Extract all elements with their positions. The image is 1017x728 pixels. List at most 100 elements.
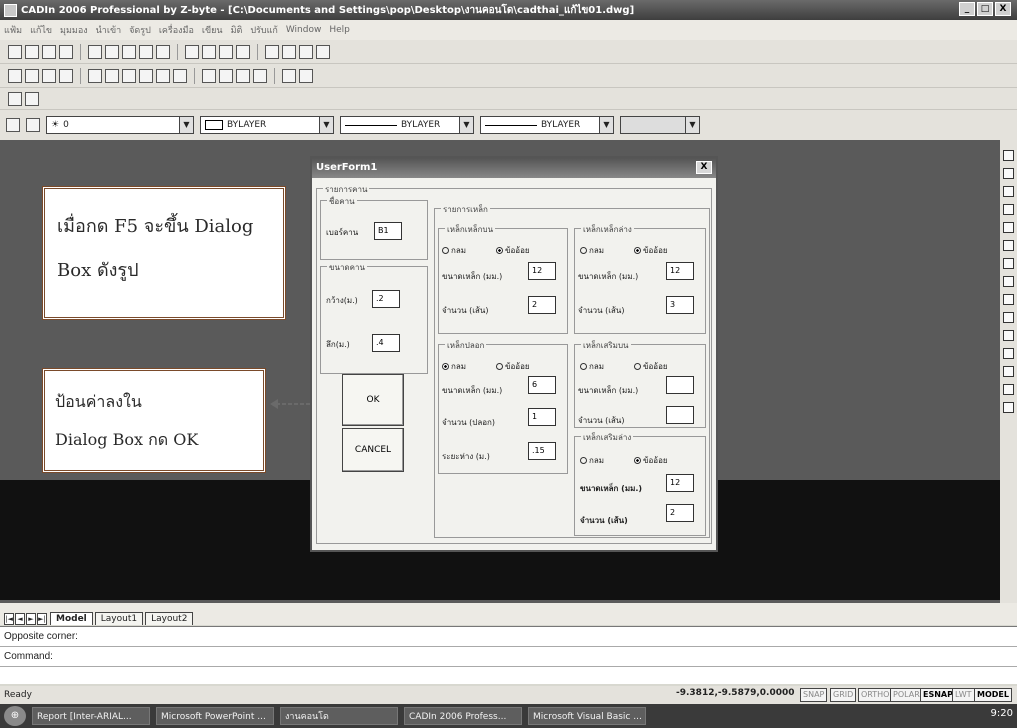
grid-toggle[interactable]: GRID <box>830 688 857 702</box>
undo-icon[interactable] <box>139 44 153 59</box>
move-tool-icon[interactable] <box>1003 240 1014 251</box>
extra-top-size-field[interactable] <box>666 376 694 394</box>
task-visual-basic[interactable]: Microsoft Visual Basic ... <box>528 707 646 725</box>
linetype-select[interactable]: BYLAYER ▼ <box>340 116 474 134</box>
tab-nav-last-button[interactable]: ►| <box>37 613 47 625</box>
bottom-steel-round-option[interactable]: กลม <box>580 244 604 257</box>
stirrup-deformed-option[interactable]: ข้ออ้อย <box>496 360 530 373</box>
layer-state-icon[interactable] <box>25 91 39 106</box>
stirrup-count-field[interactable]: 1 <box>528 408 556 426</box>
task-powerpoint[interactable]: Microsoft PowerPoint ... <box>156 707 274 725</box>
menu-modify[interactable]: ปรับแก้ <box>250 23 278 37</box>
stirrup-spacing-field[interactable]: .15 <box>528 442 556 460</box>
dimension-aligned-icon[interactable] <box>219 68 233 83</box>
circle-icon[interactable] <box>42 68 56 83</box>
rotate-icon[interactable] <box>1003 258 1014 269</box>
minimize-button[interactable]: _ <box>959 2 975 16</box>
bottom-steel-deformed-option[interactable]: ข้ออ้อย <box>634 244 668 257</box>
polar-toggle[interactable]: POLAR <box>890 688 923 702</box>
extend-tool-icon[interactable] <box>1003 330 1014 341</box>
tab-nav-first-button[interactable]: |◄ <box>4 613 14 625</box>
hatch-icon[interactable] <box>253 68 267 83</box>
offset-tool-icon[interactable] <box>1003 204 1014 215</box>
layer-icon[interactable] <box>282 68 296 83</box>
start-button[interactable]: ⊕ <box>4 706 26 726</box>
dialog-title-bar[interactable]: UserForm1 X <box>312 158 716 178</box>
menu-edit[interactable]: แก้ไข <box>30 23 52 37</box>
extra-bottom-deformed-option[interactable]: ข้ออ้อย <box>634 454 668 467</box>
properties-icon[interactable] <box>265 44 279 59</box>
snap-toggle[interactable]: SNAP <box>800 688 828 702</box>
stirrup-size-field[interactable]: 6 <box>528 376 556 394</box>
command-window[interactable]: Opposite corner: Command: <box>0 626 1017 684</box>
top-steel-deformed-option[interactable]: ข้ออ้อย <box>496 244 530 257</box>
offset-icon[interactable] <box>139 68 153 83</box>
arc-icon[interactable] <box>59 68 73 83</box>
tab-nav-next-button[interactable]: ► <box>26 613 36 625</box>
array-icon[interactable] <box>1003 222 1014 233</box>
paste-icon[interactable] <box>122 44 136 59</box>
color-select[interactable]: BYLAYER ▼ <box>200 116 334 134</box>
command-prompt[interactable]: Command: <box>0 647 1017 667</box>
top-steel-size-field[interactable]: 12 <box>528 262 556 280</box>
lwt-toggle[interactable]: LWT <box>952 688 975 702</box>
zoom-window-icon[interactable] <box>219 44 233 59</box>
open-file-icon[interactable] <box>25 44 39 59</box>
extra-top-count-field[interactable] <box>666 406 694 424</box>
copy-tool-icon[interactable] <box>1003 168 1014 179</box>
extra-bottom-size-field[interactable]: 12 <box>666 474 694 492</box>
cut-icon[interactable] <box>88 44 102 59</box>
break-icon[interactable] <box>1003 348 1014 359</box>
width-field[interactable]: .2 <box>372 290 400 308</box>
trim-tool-icon[interactable] <box>1003 312 1014 323</box>
redo-icon[interactable] <box>156 44 170 59</box>
new-file-icon[interactable] <box>8 44 22 59</box>
top-steel-round-option[interactable]: กลม <box>442 244 466 257</box>
maximize-button[interactable]: □ <box>977 2 993 16</box>
fillet-icon[interactable] <box>1003 384 1014 395</box>
stirrup-round-option[interactable]: กลม <box>442 360 466 373</box>
bottom-steel-size-field[interactable]: 12 <box>666 262 694 280</box>
lineweight-select[interactable]: BYLAYER ▼ <box>480 116 614 134</box>
bottom-steel-count-field[interactable]: 3 <box>666 296 694 314</box>
design-center-icon[interactable] <box>282 44 296 59</box>
tool-palette-icon[interactable] <box>299 44 313 59</box>
zoom-previous-icon[interactable] <box>236 44 250 59</box>
ortho-toggle[interactable]: ORTHO <box>858 688 893 702</box>
mirror-icon[interactable] <box>122 68 136 83</box>
block-icon[interactable] <box>299 68 313 83</box>
menu-draw[interactable]: เขียน <box>202 23 223 37</box>
close-button[interactable]: X <box>995 2 1011 16</box>
tab-nav-prev-button[interactable]: ◄ <box>15 613 25 625</box>
tab-layout2[interactable]: Layout2 <box>145 612 194 625</box>
help-icon[interactable] <box>316 44 330 59</box>
layer-properties-icon[interactable] <box>6 118 20 132</box>
copy-object-icon[interactable] <box>105 68 119 83</box>
menu-format[interactable]: จัดรูป <box>129 23 151 37</box>
mirror-tool-icon[interactable] <box>1003 186 1014 197</box>
trim-icon[interactable] <box>156 68 170 83</box>
pan-icon[interactable] <box>185 44 199 59</box>
polyline-icon[interactable] <box>25 68 39 83</box>
tab-model[interactable]: Model <box>50 612 93 625</box>
menu-view[interactable]: มุมมอง <box>60 23 88 37</box>
erase-icon[interactable] <box>1003 150 1014 161</box>
cancel-button[interactable]: CANCEL <box>342 428 404 472</box>
menu-dimension[interactable]: มิติ <box>231 23 243 37</box>
layer-manager-icon[interactable] <box>8 91 22 106</box>
model-toggle[interactable]: MODEL <box>974 688 1012 702</box>
line-icon[interactable] <box>8 68 22 83</box>
plotstyle-select[interactable]: ▼ <box>620 116 700 134</box>
menu-tools[interactable]: เครื่องมือ <box>159 23 194 37</box>
task-report[interactable]: Report [Inter-ARIAL... <box>32 707 150 725</box>
print-icon[interactable] <box>59 44 73 59</box>
stretch-icon[interactable] <box>1003 294 1014 305</box>
dimension-linear-icon[interactable] <box>202 68 216 83</box>
zoom-icon[interactable] <box>202 44 216 59</box>
move-icon[interactable] <box>88 68 102 83</box>
layer-select[interactable]: ☀ 0 ▼ <box>46 116 194 134</box>
extra-top-round-option[interactable]: กลม <box>580 360 604 373</box>
extra-bottom-round-option[interactable]: กลม <box>580 454 604 467</box>
esnap-toggle[interactable]: ESNAP <box>920 688 956 702</box>
make-current-icon[interactable] <box>26 118 40 132</box>
